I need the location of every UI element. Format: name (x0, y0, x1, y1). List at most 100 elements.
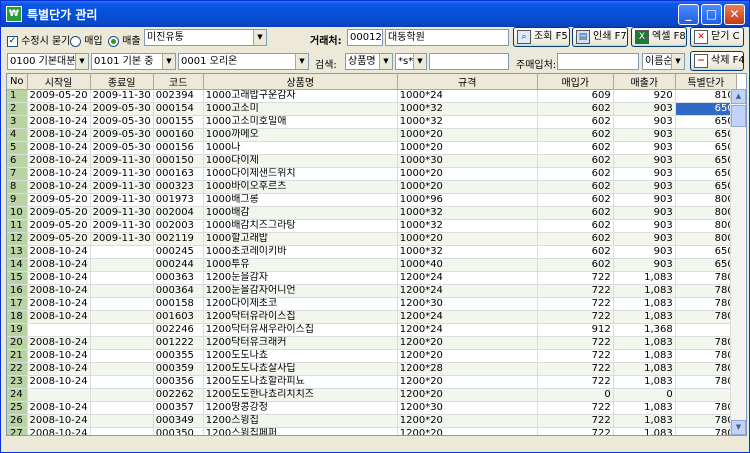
table-cell[interactable]: 1200*24 (397, 310, 538, 324)
table-cell[interactable]: 1200*24 (397, 271, 538, 285)
table-cell[interactable]: 2009-05-20 (27, 232, 91, 246)
table-cell[interactable]: 2008-10-24 (27, 297, 91, 311)
table-cell[interactable]: 1,083 (613, 401, 676, 415)
table-cell[interactable]: 903 (613, 232, 676, 246)
table-cell[interactable]: 2008-10-24 (27, 154, 91, 168)
main-client-input[interactable] (557, 53, 639, 70)
table-row[interactable]: 11 2009-05-20 2009-11-30 002003 1000배감치즈그라탕 1… (7, 219, 737, 233)
category-large-select[interactable]: 0100 기본대분 ▼ (7, 53, 89, 70)
table-cell[interactable]: 000355 (153, 349, 204, 363)
table-cell[interactable]: 1200다이제초코 (203, 297, 398, 311)
table-cell[interactable]: 903 (613, 141, 676, 155)
table-cell[interactable]: 1000다이제 (203, 154, 398, 168)
table-cell[interactable]: 903 (613, 245, 676, 259)
table-cell[interactable]: 1000배그롱 (203, 193, 398, 207)
table-row[interactable]: 22 2008-10-24 000359 1200도도나쵸살사딥 1200*28 722 1… (7, 362, 737, 376)
table-cell[interactable]: 1000고래밥구운감자 (203, 89, 398, 103)
table-row[interactable]: 27 2008-10-24 000350 1200스윙칩페퍼 1200*20 722 1,0… (7, 427, 737, 435)
table-cell[interactable]: 000244 (153, 258, 204, 272)
table-cell[interactable]: 1000*20 (397, 167, 538, 181)
column-header[interactable]: 상품명 (203, 74, 398, 90)
table-cell[interactable]: 903 (613, 115, 676, 129)
chevron-down-icon[interactable]: ▼ (295, 54, 308, 69)
table-cell[interactable]: 0 (537, 388, 614, 402)
table-cell[interactable]: 2008-10-24 (27, 102, 91, 116)
table-row[interactable]: 24 002262 1200도도한나쵸리치치즈 1200*20 0 0 (7, 388, 737, 402)
table-cell[interactable]: 1200*20 (397, 427, 538, 435)
table-cell[interactable]: 0 (613, 388, 676, 402)
client-name-field[interactable]: 대동학원 (385, 29, 509, 46)
table-cell[interactable]: 001222 (153, 336, 204, 350)
maximize-button[interactable]: □ (701, 4, 722, 25)
table-cell[interactable]: 800 (675, 232, 737, 246)
table-cell[interactable] (90, 388, 154, 402)
table-cell[interactable]: 800 (675, 193, 737, 207)
table-cell[interactable] (90, 336, 154, 350)
table-cell[interactable] (90, 310, 154, 324)
table-cell[interactable]: 810 (675, 89, 737, 103)
table-cell[interactable]: 1200닥터유라이스칩 (203, 310, 398, 324)
table-cell[interactable]: 602 (537, 141, 614, 155)
table-cell[interactable]: 1200*24 (397, 284, 538, 298)
table-cell[interactable]: 1200도도한나쵸리치치즈 (203, 388, 398, 402)
table-cell[interactable]: 650 (675, 167, 737, 181)
table-cell[interactable]: 1,083 (613, 284, 676, 298)
table-cell[interactable]: 000156 (153, 141, 204, 155)
table-cell[interactable]: 1200눈을감자어니언 (203, 284, 398, 298)
table-row[interactable]: 26 2008-10-24 000349 1200스윙칩 1200*20 722 1,083… (7, 414, 737, 428)
table-cell[interactable] (90, 349, 154, 363)
print-button[interactable]: ▤ 인쇄 F7 (572, 27, 628, 47)
chevron-down-icon[interactable]: ▼ (413, 54, 426, 69)
table-cell[interactable]: 2009-11-30 (90, 167, 154, 181)
table-cell[interactable]: 1000*20 (397, 141, 538, 155)
table-cell[interactable]: 722 (537, 401, 614, 415)
table-cell[interactable]: 1200*20 (397, 349, 538, 363)
table-cell[interactable]: 1200도도나쵸 (203, 349, 398, 363)
table-cell[interactable]: 602 (537, 102, 614, 116)
table-cell[interactable] (90, 284, 154, 298)
table-cell[interactable]: 2008-10-24 (27, 349, 91, 363)
table-cell[interactable] (27, 388, 91, 402)
table-cell[interactable]: 2008-10-24 (27, 427, 91, 435)
chevron-down-icon[interactable]: ▼ (75, 54, 88, 69)
table-cell[interactable]: 780 (675, 271, 737, 285)
table-row[interactable]: 20 2008-10-24 001222 1200닥터유크래커 1200*20 722 1,… (7, 336, 737, 350)
table-row[interactable]: 12 2009-05-20 2009-11-30 002119 1000할고래밥 1000… (7, 232, 737, 246)
close-window-button[interactable]: ✕ (724, 4, 745, 25)
table-cell[interactable]: 920 (613, 89, 676, 103)
column-header[interactable]: 매입가 (537, 74, 614, 90)
table-cell[interactable] (90, 414, 154, 428)
table-cell[interactable]: 002262 (153, 388, 204, 402)
title-bar[interactable]: ₩ 특별단가 관리 _ □ ✕ (1, 1, 749, 27)
table-cell[interactable]: 2008-10-24 (27, 336, 91, 350)
table-cell[interactable]: 1000초코레이키바 (203, 245, 398, 259)
table-cell[interactable]: 602 (537, 180, 614, 194)
table-row[interactable]: 25 2008-10-24 000357 1200땅콩강정 1200*30 722 1,08… (7, 401, 737, 415)
chevron-down-icon[interactable]: ▼ (253, 30, 266, 45)
close-button[interactable]: ✕ 닫기 C (690, 27, 744, 47)
table-cell[interactable] (27, 323, 91, 337)
column-header[interactable]: 종료일 (90, 74, 154, 90)
edit-ask-checkbox[interactable]: ✓ 수정시 묻기 (7, 32, 70, 47)
table-cell[interactable]: 1,083 (613, 427, 676, 435)
table-cell[interactable]: 722 (537, 336, 614, 350)
table-cell[interactable]: 000160 (153, 128, 204, 142)
client-code-field[interactable]: 000127 (347, 29, 383, 46)
table-cell[interactable]: 602 (537, 219, 614, 233)
table-cell[interactable]: 1000바이오후르츠 (203, 180, 398, 194)
table-cell[interactable]: 602 (537, 167, 614, 181)
table-cell[interactable] (90, 258, 154, 272)
table-cell[interactable]: 2008-10-24 (27, 245, 91, 259)
table-row[interactable]: 1 2009-05-20 2009-11-30 002394 1000고래밥구운감자 10… (7, 89, 737, 103)
table-cell[interactable]: 609 (537, 89, 614, 103)
table-cell[interactable]: 1,083 (613, 271, 676, 285)
table-cell[interactable]: 2008-10-24 (27, 362, 91, 376)
table-cell[interactable]: 1000*30 (397, 154, 538, 168)
table-cell[interactable]: 2009-05-20 (27, 219, 91, 233)
table-cell[interactable]: 1,083 (613, 349, 676, 363)
table-cell[interactable]: 903 (613, 102, 676, 116)
price-grid[interactable]: No 시작일 종료일 코드 상품명 규격 매입가 매출가 특별단가 1 2009-05-20 200… (6, 73, 747, 436)
table-row[interactable]: 23 2008-10-24 000356 1200도도나쵸할라피뇨 1200*20 722… (7, 375, 737, 389)
table-cell[interactable]: 1200스윙칩페퍼 (203, 427, 398, 435)
table-row[interactable]: 3 2008-10-24 2009-05-30 000155 1000고소미호밀애 100… (7, 115, 737, 129)
